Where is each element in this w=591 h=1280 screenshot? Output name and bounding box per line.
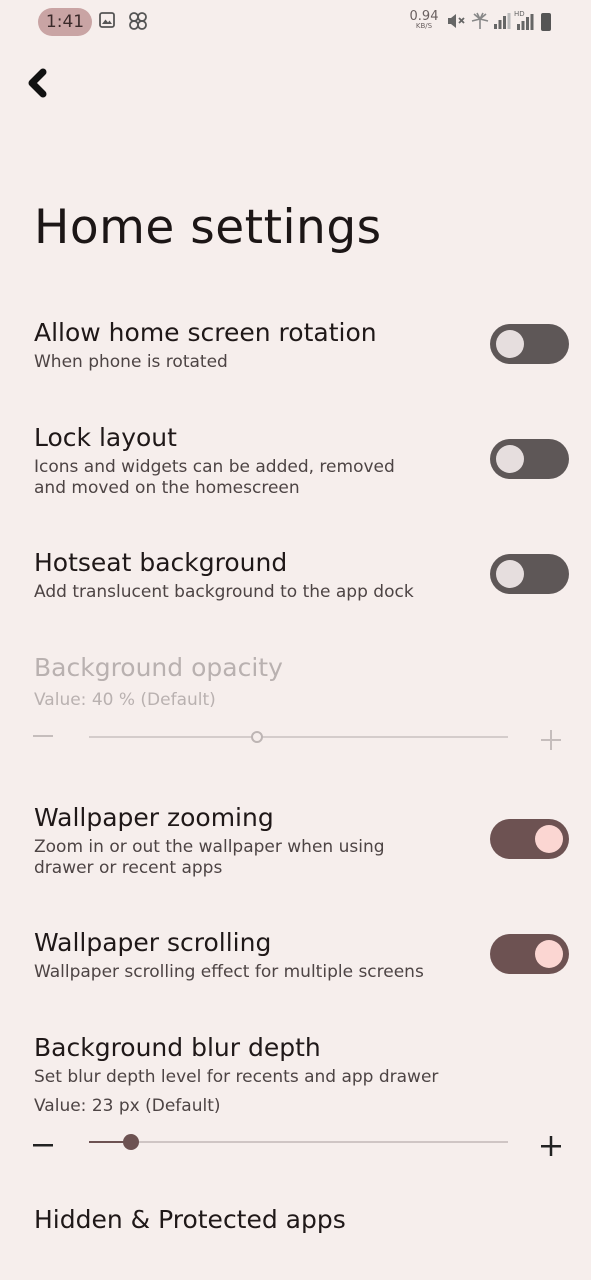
signal-hd-icon xyxy=(514,12,534,36)
setting-background-opacity-value: Value: 40 % (Default) xyxy=(34,690,216,710)
setting-wallpaper-scrolling-title: Wallpaper scrolling xyxy=(34,928,272,957)
toggle-knob xyxy=(496,330,524,358)
wallpaper-scrolling-toggle[interactable] xyxy=(490,934,569,974)
setting-rotation-subtitle: When phone is rotated xyxy=(34,352,228,372)
hotseat-background-toggle[interactable] xyxy=(490,554,569,594)
plus-icon[interactable] xyxy=(541,1132,561,1162)
network-speed-unit: KB/S xyxy=(415,22,433,30)
opacity-slider-track[interactable] xyxy=(89,736,508,738)
setting-background-blur-depth: Background blur depth Set blur depth lev… xyxy=(0,1025,591,1165)
setting-blur-depth-title: Background blur depth xyxy=(34,1033,321,1062)
blur-slider-thumb[interactable] xyxy=(122,1134,139,1150)
mute-icon xyxy=(446,12,466,34)
network-speed: 0.94 KB/S xyxy=(406,10,442,30)
plus-icon xyxy=(541,726,561,756)
chevron-left-icon xyxy=(28,68,47,98)
setting-wallpaper-zooming-title: Wallpaper zooming xyxy=(34,803,274,832)
pinwheel-icon xyxy=(128,11,148,35)
setting-wallpaper-scrolling[interactable]: Wallpaper scrolling Wallpaper scrolling … xyxy=(0,920,591,1000)
status-bar: 1:41 0.94 KB/S HD xyxy=(0,0,591,44)
setting-hidden-protected-apps[interactable]: Hidden & Protected apps xyxy=(0,1195,591,1255)
setting-blur-depth-value: Value: 23 px (Default) xyxy=(34,1096,221,1116)
setting-lock-layout-title: Lock layout xyxy=(34,423,177,452)
clock: 1:41 xyxy=(38,8,92,36)
toggle-knob xyxy=(496,560,524,588)
back-button[interactable] xyxy=(22,62,62,106)
setting-hotseat-background[interactable]: Hotseat background Add translucent backg… xyxy=(0,540,591,620)
rotation-toggle[interactable] xyxy=(490,324,569,364)
setting-blur-depth-subtitle: Set blur depth level for recents and app… xyxy=(34,1067,439,1087)
setting-background-opacity-title: Background opacity xyxy=(34,653,283,682)
opacity-slider-thumb[interactable] xyxy=(250,731,263,743)
minus-icon[interactable] xyxy=(33,1131,53,1161)
gallery-icon xyxy=(99,12,115,32)
setting-hotseat-background-title: Hotseat background xyxy=(34,548,288,577)
setting-lock-layout-subtitle-1: Icons and widgets can be added, removed xyxy=(34,457,395,477)
blur-slider-track[interactable] xyxy=(89,1141,508,1143)
signal-icon xyxy=(493,12,511,34)
setting-hotseat-background-subtitle: Add translucent background to the app do… xyxy=(34,582,414,602)
page-title: Home settings xyxy=(34,200,382,255)
setting-wallpaper-zooming-subtitle-2: drawer or recent apps xyxy=(34,858,223,878)
hotspot-icon xyxy=(470,11,490,35)
setting-wallpaper-zooming[interactable]: Wallpaper zooming Zoom in or out the wal… xyxy=(0,795,591,895)
battery-icon xyxy=(540,12,552,36)
wallpaper-zooming-toggle[interactable] xyxy=(490,819,569,859)
setting-rotation-title: Allow home screen rotation xyxy=(34,318,377,347)
setting-wallpaper-zooming-subtitle-1: Zoom in or out the wallpaper when using xyxy=(34,837,385,857)
setting-rotation[interactable]: Allow home screen rotation When phone is… xyxy=(0,310,591,400)
toggle-knob xyxy=(496,445,524,473)
minus-icon xyxy=(33,722,53,752)
setting-hidden-apps-title: Hidden & Protected apps xyxy=(34,1205,346,1234)
lock-layout-toggle[interactable] xyxy=(490,439,569,479)
toggle-knob xyxy=(535,940,563,968)
setting-lock-layout-subtitle-2: and moved on the homescreen xyxy=(34,478,300,498)
setting-lock-layout[interactable]: Lock layout Icons and widgets can be add… xyxy=(0,415,591,515)
toggle-knob xyxy=(535,825,563,853)
setting-wallpaper-scrolling-subtitle: Wallpaper scrolling effect for multiple … xyxy=(34,962,424,982)
setting-background-opacity: Background opacity Value: 40 % (Default) xyxy=(0,645,591,765)
